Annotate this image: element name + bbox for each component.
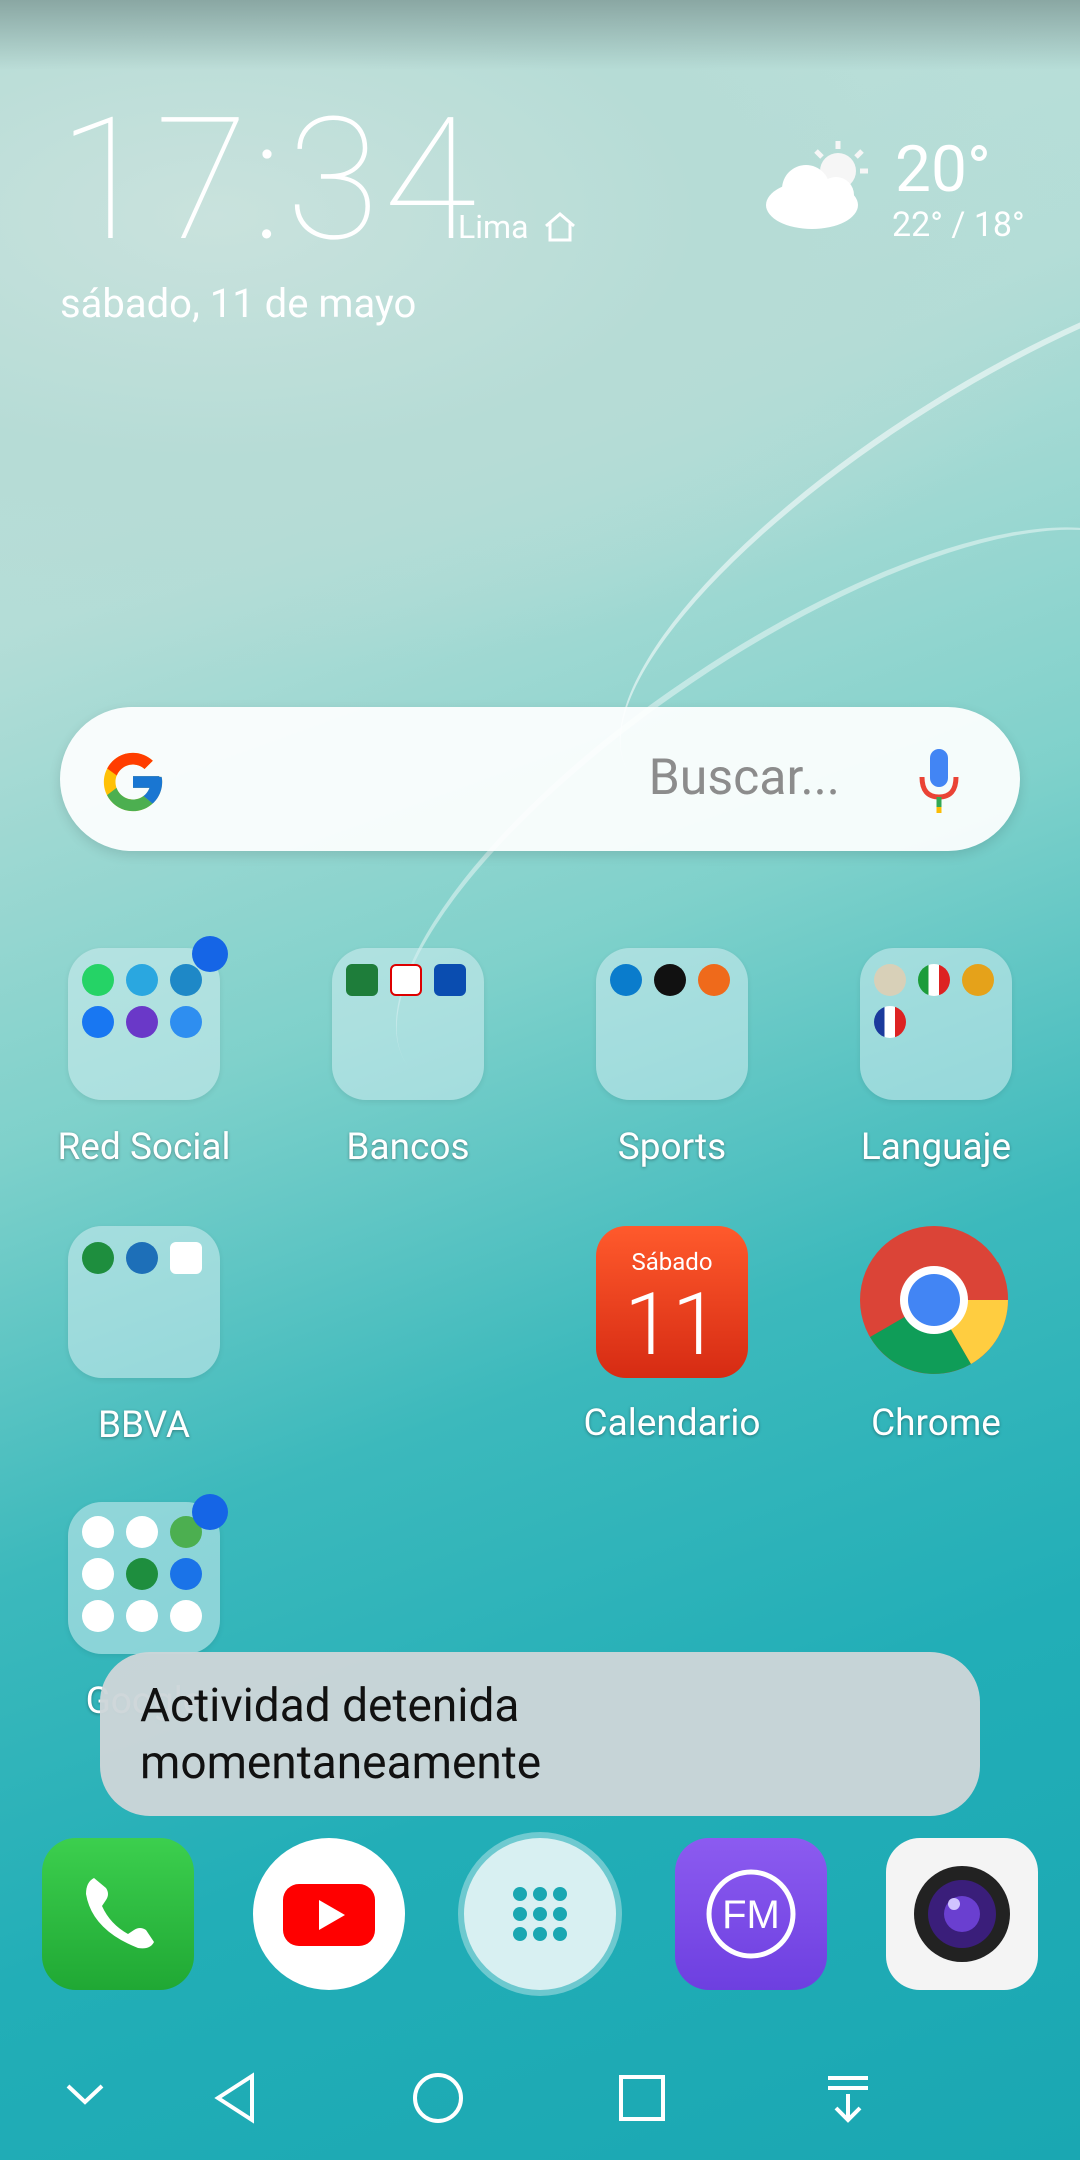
youtube-icon[interactable] <box>253 1838 405 1990</box>
toast-line-2: momentaneamente <box>140 1736 542 1790</box>
bcp-icon <box>390 964 422 996</box>
folder-label: Red Social <box>57 1126 231 1169</box>
folder-label: Bancos <box>346 1126 470 1169</box>
fm-radio-icon[interactable]: FM <box>675 1838 827 1990</box>
google-app-icon <box>82 1516 114 1548</box>
facebook-icon <box>82 1006 114 1038</box>
svg-text:FM: FM <box>722 1893 780 1937</box>
folder-languaje[interactable] <box>860 948 1012 1100</box>
gmail-icon <box>126 1516 158 1548</box>
language-app-icon <box>874 964 906 996</box>
bbva-icon <box>434 964 466 996</box>
sports-app-icon <box>698 964 730 996</box>
calendar-label: Calendario <box>583 1402 761 1445</box>
nike-run-club-icon <box>654 964 686 996</box>
calendar-day-number: 11 <box>624 1274 720 1375</box>
search-app-icon <box>170 964 202 996</box>
folder-sports[interactable] <box>596 948 748 1100</box>
weather-temp: 20° <box>895 132 991 207</box>
folder-label: Languaje <box>860 1126 1012 1169</box>
notification-badge <box>192 936 228 972</box>
navigation-bar <box>0 2050 1080 2160</box>
bbva-app-icon <box>170 1242 202 1274</box>
clock-time[interactable]: 17:34 <box>58 95 480 265</box>
hangouts-icon <box>126 1558 158 1590</box>
browser-app-icon <box>126 1242 158 1274</box>
google-icon <box>103 752 163 812</box>
back-icon[interactable] <box>208 2070 264 2126</box>
status-bar-shade <box>0 0 1080 70</box>
chrome-label: Chrome <box>871 1402 1001 1445</box>
toast-message: Actividad detenida momentaneamente <box>100 1652 980 1816</box>
notification-pull-icon[interactable] <box>820 2070 876 2126</box>
app-drawer-icon[interactable] <box>464 1838 616 1990</box>
news-icon <box>126 1600 158 1632</box>
notification-badge <box>192 1494 228 1530</box>
clock-date[interactable]: sábado, 11 de mayo <box>60 280 416 327</box>
chrome-icon[interactable] <box>858 1224 1010 1376</box>
toast-line-1: Actividad detenida <box>140 1679 520 1733</box>
microphone-icon[interactable] <box>916 745 962 815</box>
phone-icon[interactable] <box>42 1838 194 1990</box>
hangouts-icon <box>82 1242 114 1274</box>
city-label: Lima <box>458 208 529 246</box>
messenger-lite-icon <box>126 1006 158 1038</box>
whatsapp-icon <box>82 964 114 996</box>
partly-cloudy-icon <box>766 141 868 229</box>
folder-label: Sports <box>617 1126 727 1169</box>
photos-icon <box>82 1600 114 1632</box>
messenger-icon <box>170 1006 202 1038</box>
folder-label: BBVA <box>97 1404 190 1447</box>
chevron-down-icon[interactable] <box>62 2070 108 2116</box>
recents-icon[interactable] <box>614 2070 670 2126</box>
drive-icon <box>82 1558 114 1590</box>
italian-app-icon <box>918 964 950 996</box>
weather-range: 22° / 18° <box>892 205 1025 245</box>
messages-icon <box>126 964 158 996</box>
bank-app-icon <box>346 964 378 996</box>
camera-icon[interactable] <box>886 1838 1038 1990</box>
calendar-day-name: Sábado <box>631 1248 713 1276</box>
google-search-bar[interactable]: Buscar... <box>60 707 1020 851</box>
folder-red-social[interactable] <box>68 948 220 1100</box>
running-app-icon <box>610 964 642 996</box>
play-store-icon <box>170 1600 202 1632</box>
french-app-icon <box>874 1006 906 1038</box>
spanish-app-icon <box>962 964 994 996</box>
folder-bbva[interactable] <box>68 1226 220 1378</box>
search-placeholder: Buscar... <box>648 749 840 807</box>
duo-icon <box>170 1558 202 1590</box>
home-icon <box>545 212 576 242</box>
folder-bancos[interactable] <box>332 948 484 1100</box>
clock-city[interactable]: Lima <box>458 208 578 246</box>
calendar-app-icon[interactable]: Sábado 11 <box>596 1226 748 1378</box>
home-button-icon[interactable] <box>410 2070 466 2126</box>
